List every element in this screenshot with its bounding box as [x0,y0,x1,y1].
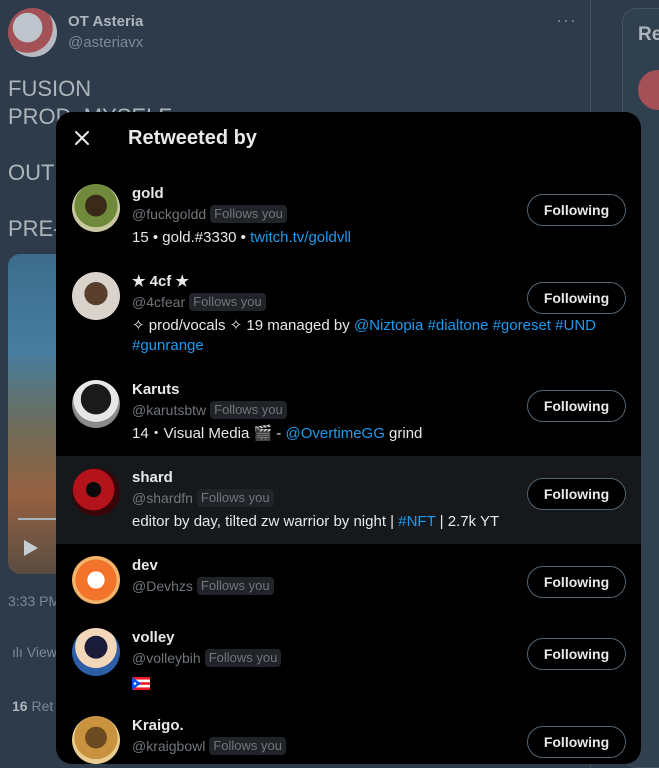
user-bio: 15 • gold.#3330 • twitch.tv/goldvll [132,228,602,248]
bio-link[interactable]: #dialtone [428,317,489,334]
puerto-rico-flag-icon [132,676,150,690]
close-icon [75,131,89,145]
follows-you-badge: Follows you [189,293,266,311]
bio-text: ✧ prod/vocals ✧ 19 managed by [132,317,354,334]
user-avatar[interactable] [72,556,120,604]
bio-link[interactable]: #NFT [398,513,435,530]
following-button[interactable]: Following [527,282,626,314]
bio-text: grind [384,425,423,442]
user-bio [132,672,602,692]
user-row[interactable]: dev @Devhzs Follows you Following [56,544,641,616]
user-avatar[interactable] [72,468,120,516]
bio-link[interactable]: #goreset [493,317,551,334]
user-handle[interactable]: @4cfear [132,292,185,312]
close-button[interactable] [56,112,108,164]
user-handle[interactable]: @Devhzs [132,576,193,596]
follows-you-badge: Follows you [196,489,274,507]
user-avatar[interactable] [72,380,120,428]
bio-text: editor by day, tilted zw warrior by nigh… [132,513,399,530]
bio-link[interactable]: @OvertimeGG [285,425,384,442]
user-row[interactable]: gold @fuckgoldd Follows you 15 • gold.#3330… [56,172,641,260]
follows-you-badge: Follows you [209,737,286,755]
user-handle[interactable]: @kraigbowl [132,736,205,756]
modal-header: Retweeted by [56,112,641,164]
retweeted-by-modal: Retweeted by gold @fuckgoldd Follows you 15… [56,112,641,764]
user-avatar[interactable] [72,716,120,764]
user-handle[interactable]: @volleybih [132,648,201,668]
bio-link[interactable]: #gunrange [132,337,204,354]
follows-you-badge: Follows you [196,577,274,595]
follows-you-badge: Follows you [204,649,282,667]
user-bio: 14・Visual Media 🎬 - @OvertimeGG grind [132,424,602,444]
user-avatar[interactable] [72,184,120,232]
user-handle[interactable]: @fuckgoldd [132,204,206,224]
user-row[interactable]: ★ 4cf ★ @4cfear Follows you ✧ prod/vocals ✧… [56,260,641,368]
following-button[interactable]: Following [527,638,626,670]
user-handle[interactable]: @karutsbtw [132,400,206,420]
follows-you-badge: Follows you [210,401,287,419]
user-avatar[interactable] [72,628,120,676]
user-handle[interactable]: @shardfn [132,488,193,508]
bio-text: | 2.7k YT [435,513,500,530]
user-row[interactable]: Karuts @karutsbtw Follows you 14・Visual Med… [56,368,641,456]
following-button[interactable]: Following [527,194,626,226]
user-row[interactable]: Kraigo. @kraigbowl Follows you Following [56,704,641,764]
follows-you-badge: Follows you [210,205,287,223]
bio-link[interactable]: twitch.tv/goldvll [250,229,351,246]
bio-link[interactable]: #UND [555,317,596,334]
user-bio: editor by day, tilted zw warrior by nigh… [132,512,602,532]
bio-link[interactable]: @Niztopia [354,317,423,334]
user-row[interactable]: volley @volleybih Follows you Following [56,616,641,704]
following-button[interactable]: Following [527,390,626,422]
user-bio: ✧ prod/vocals ✧ 19 managed by @Niztopia … [132,316,602,356]
user-row[interactable]: shard @shardfn Follows you editor by day, t… [56,456,641,544]
following-button[interactable]: Following [527,478,626,510]
bio-text: 14・Visual Media 🎬 - [132,425,286,442]
bio-text: 15 • gold.#3330 • [132,229,251,246]
user-list: gold @fuckgoldd Follows you 15 • gold.#3330… [56,172,641,764]
following-button[interactable]: Following [527,566,626,598]
user-avatar[interactable] [72,272,120,320]
following-button[interactable]: Following [527,726,626,758]
modal-title: Retweeted by [128,126,257,149]
